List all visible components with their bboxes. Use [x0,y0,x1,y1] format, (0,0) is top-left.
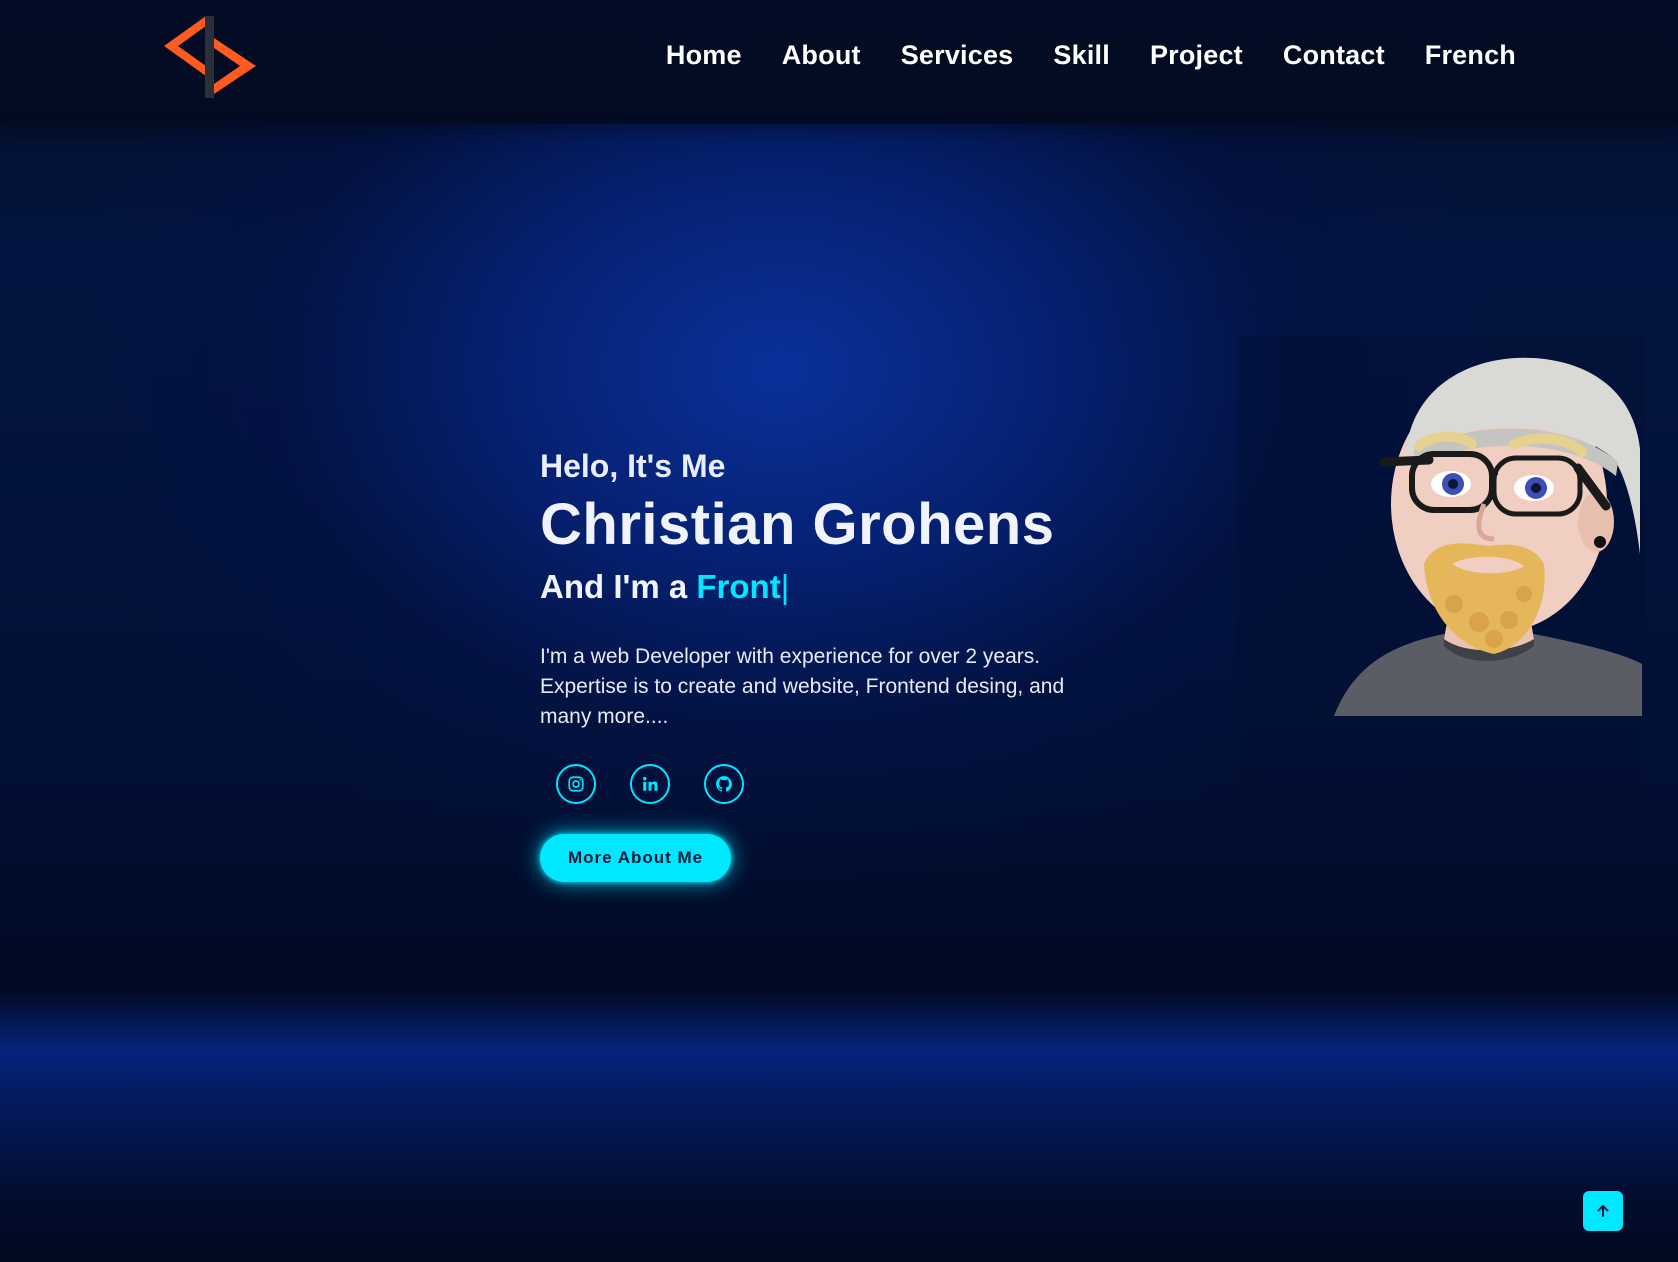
avatar-image [1334,357,1642,716]
hero-role-typed: Front [696,568,781,605]
nav-services[interactable]: Services [901,40,1014,71]
hero-greeting: Helo, It's Me [540,448,726,484]
back-to-top-button[interactable] [1583,1191,1623,1231]
instagram-icon [568,776,584,792]
linkedin-link[interactable] [630,764,670,804]
github-link[interactable] [704,764,744,804]
logo-icon[interactable] [160,12,260,102]
nav-home[interactable]: Home [666,40,742,71]
page: Home About Services Skill Project Contac… [0,0,1678,1262]
hero-role-prefix: And I'm a [540,568,688,605]
github-icon [716,776,732,792]
floor-glow [0,990,1678,1262]
hero-name: Christian Grohens [540,492,1055,557]
avatar-panel [1236,336,1644,792]
social-links [556,764,1160,804]
hero-description: I'm a web Developer with experience for … [540,645,1065,728]
linkedin-icon [643,776,658,791]
typing-caret: | [780,568,790,605]
more-about-me-button[interactable]: More About Me [540,834,732,882]
nav-skill[interactable]: Skill [1053,40,1110,71]
nav-contact[interactable]: Contact [1283,40,1385,71]
hero-role: And I'm a Front| [540,568,1160,606]
nav-about[interactable]: About [782,40,861,71]
hero-section: Helo, It's Me Christian Grohens And I'm … [540,448,1160,882]
instagram-link[interactable] [556,764,596,804]
main-nav: Home About Services Skill Project Contac… [666,40,1516,71]
nav-french[interactable]: French [1425,40,1516,71]
arrow-up-icon [1597,1205,1609,1217]
site-header: Home About Services Skill Project Contac… [0,0,1678,124]
nav-project[interactable]: Project [1150,40,1243,71]
